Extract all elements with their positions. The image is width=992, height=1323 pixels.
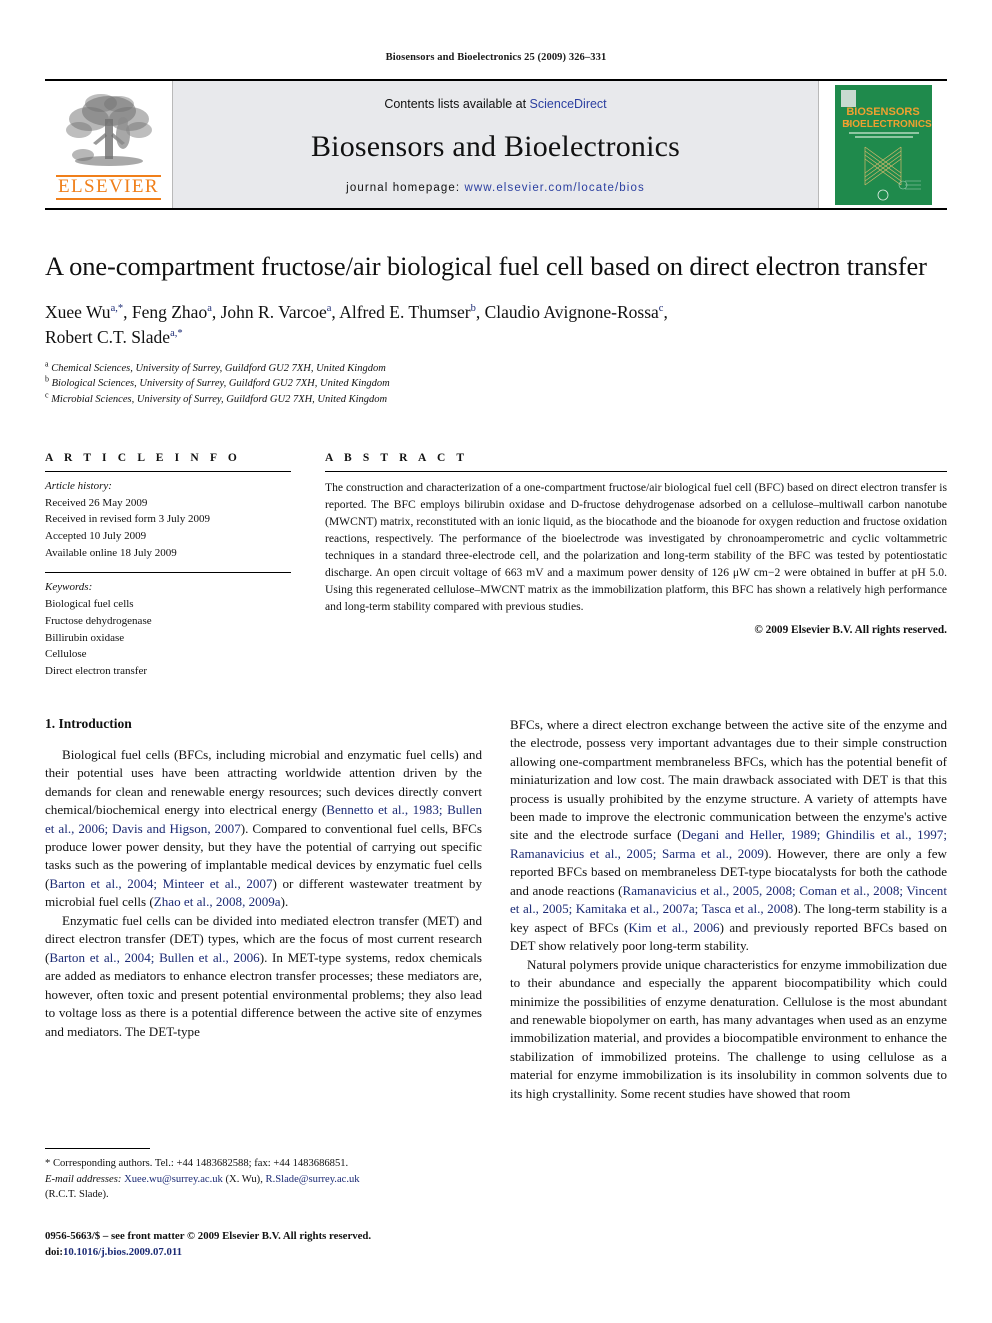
keywords-block: Keywords: Biological fuel cells Fructose… (45, 573, 291, 679)
citation-link[interactable]: Kim et al., 2006 (628, 920, 719, 935)
doi-line: doi:10.1016/j.bios.2009.07.011 (45, 1244, 505, 1260)
email-link-2[interactable]: R.Slade@surrey.ac.uk (266, 1174, 360, 1185)
intro-paragraphs-left: Biological fuel cells (BFCs, including m… (45, 746, 482, 1041)
body-column-right: BFCs, where a direct electron exchange b… (510, 716, 947, 1104)
paragraph-text: ). (280, 894, 289, 910)
contents-prefix: Contents lists available at (384, 97, 530, 111)
affiliation-item: a Chemical Sciences, University of Surre… (45, 359, 947, 377)
journal-title: Biosensors and Bioelectronics (310, 130, 681, 163)
affiliation-text: Chemical Sciences, University of Surrey,… (51, 362, 386, 374)
paragraph-text: Natural polymers provide unique characte… (510, 956, 947, 1101)
journal-cover-icon: BIOSENSORS & BIOELECTRONICS (834, 84, 932, 205)
affiliation-mark: a (45, 359, 49, 369)
corresponding-author-note: * Corresponding authors. Tel.: +44 14836… (45, 1156, 482, 1203)
intro-paragraphs-right: BFCs, where a direct electron exchange b… (510, 716, 947, 1104)
keyword-item: Fructose dehydrogenase (45, 614, 152, 627)
running-head: Biosensors and Bioelectronics 25 (2009) … (385, 52, 607, 63)
body-column-left: 1. Introduction Biological fuel cells (B… (45, 716, 482, 1104)
journal-header: Contents lists available at ScienceDirec… (173, 81, 819, 208)
paragraph: Biological fuel cells (BFCs, including m… (45, 746, 482, 912)
author-line-1: Xuee Wua,*, Feng Zhaoa, John R. Varcoea,… (45, 301, 668, 322)
article-info-column: A R T I C L E I N F O Article history: R… (45, 452, 291, 680)
affiliation-text: Biological Sciences, University of Surre… (51, 378, 390, 390)
front-matter-line: 0956-5663/$ – see front matter © 2009 El… (45, 1230, 372, 1242)
sciencedirect-link[interactable]: ScienceDirect (530, 97, 607, 111)
svg-text:BIOELECTRONICS: BIOELECTRONICS (842, 119, 932, 130)
author-line-2: Robert C.T. Sladea,* (45, 327, 183, 348)
doi-label: doi: (45, 1246, 63, 1259)
journal-cover-thumbnail: BIOSENSORS & BIOELECTRONICS (819, 81, 947, 208)
keyword-item: Billirubin oxidase (45, 631, 125, 644)
email-owner-2: (R.C.T. Slade). (45, 1189, 109, 1201)
affiliation-mark: c (45, 390, 49, 400)
affiliation-text: Microbial Sciences, University of Surrey… (51, 394, 388, 406)
paragraph-text: BFCs, where a direct electron exchange b… (510, 716, 947, 843)
paper-title: A one-compartment fructose/air biologica… (45, 251, 927, 281)
info-abstract-section: A R T I C L E I N F O Article history: R… (45, 452, 947, 680)
keywords-label: Keywords: (45, 581, 93, 594)
body-columns: 1. Introduction Biological fuel cells (B… (45, 716, 947, 1104)
citation-link[interactable]: Barton et al., 2004; Bullen et al., 2006 (49, 950, 259, 965)
homepage-prefix: journal homepage: (346, 182, 465, 194)
article-history-label: Article history: (45, 479, 112, 492)
elsevier-logo: ELSEVIER (45, 81, 173, 208)
abstract-text: The construction and characterization of… (325, 480, 947, 614)
copyright-line: © 2009 Elsevier B.V. All rights reserved… (754, 624, 947, 637)
email-addresses-line: E-mail addresses: Xuee.wu@surrey.ac.uk (… (45, 1172, 482, 1188)
article-info-heading: A R T I C L E I N F O (45, 451, 241, 464)
citation-link[interactable]: Zhao et al., 2008, 2009a (154, 894, 281, 909)
svg-text:BIOSENSORS: BIOSENSORS (846, 106, 919, 118)
corresponding-author-text: * Corresponding authors. Tel.: +44 14836… (45, 1158, 349, 1169)
article-history-block: Article history: Received 26 May 2009 Re… (45, 472, 291, 562)
affiliation-item: c Microbial Sciences, University of Surr… (45, 390, 947, 408)
author-list: Xuee Wua,*, Feng Zhaoa, John R. Varcoea,… (45, 300, 947, 351)
email-link-1[interactable]: Xuee.wu@surrey.ac.uk (124, 1174, 223, 1185)
contents-available-line: Contents lists available at ScienceDirec… (384, 97, 606, 111)
paragraph: Enzymatic fuel cells can be divided into… (45, 912, 482, 1041)
footnote-divider (45, 1148, 150, 1149)
footnote-block: * Corresponding authors. Tel.: +44 14836… (45, 1148, 482, 1203)
journal-masthead: ELSEVIER Contents lists available at Sci… (45, 79, 947, 210)
abstract-heading: A B S T R A C T (325, 451, 469, 464)
doi-link[interactable]: 10.1016/j.bios.2009.07.011 (63, 1246, 182, 1258)
keyword-item: Direct electron transfer (45, 665, 147, 678)
history-item: Received in revised form 3 July 2009 (45, 513, 210, 526)
paper-page: Biosensors and Bioelectronics 25 (2009) … (0, 0, 992, 1323)
email-label: E-mail addresses: (45, 1173, 122, 1185)
elsevier-wordmark: ELSEVIER (56, 175, 161, 200)
affiliation-mark: b (45, 374, 49, 384)
imprint-block: 0956-5663/$ – see front matter © 2009 El… (45, 1228, 505, 1260)
citation-link[interactable]: Barton et al., 2004; Minteer et al., 200… (49, 876, 272, 891)
history-item: Accepted 10 July 2009 (45, 530, 147, 543)
email-owner-1: (X. Wu), (225, 1173, 263, 1185)
journal-homepage-line: journal homepage: www.elsevier.com/locat… (346, 182, 645, 194)
elsevier-tree-icon (65, 94, 152, 167)
homepage-url-link[interactable]: www.elsevier.com/locate/bios (464, 182, 644, 194)
affiliation-item: b Biological Sciences, University of Sur… (45, 374, 947, 392)
affiliation-list: a Chemical Sciences, University of Surre… (45, 359, 947, 408)
section-heading-introduction: 1. Introduction (45, 715, 132, 731)
history-item: Received 26 May 2009 (45, 496, 148, 509)
abstract-column: A B S T R A C T The construction and cha… (325, 452, 947, 680)
history-item: Available online 18 July 2009 (45, 546, 177, 559)
paragraph: BFCs, where a direct electron exchange b… (510, 716, 947, 956)
paragraph: Natural polymers provide unique characte… (510, 956, 947, 1104)
keyword-item: Cellulose (45, 648, 87, 661)
keyword-item: Biological fuel cells (45, 598, 134, 611)
